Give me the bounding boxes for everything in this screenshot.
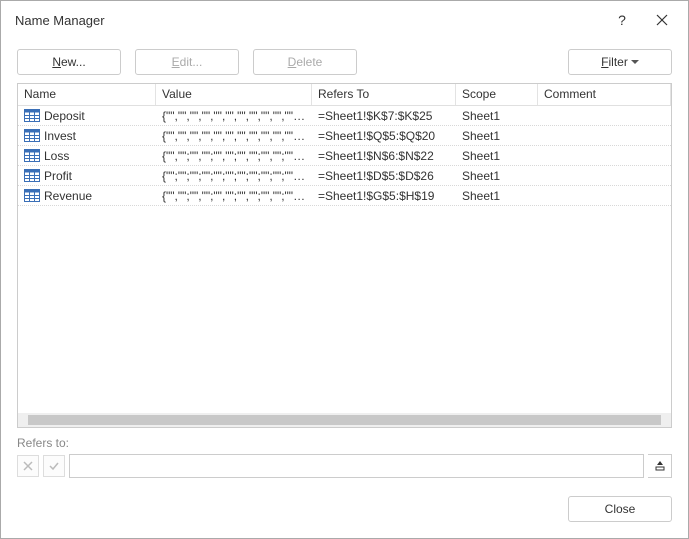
table-icon [24, 149, 40, 162]
row-name: Profit [44, 169, 72, 183]
edit-button[interactable]: Edit... [135, 49, 239, 75]
table-row[interactable]: Loss {"","";"","";"","";"","";"","";"",""… [18, 146, 671, 166]
new-button[interactable]: New... [17, 49, 121, 75]
table-icon [24, 169, 40, 182]
list-body: Deposit {"","","","","","","","","","",""… [18, 106, 671, 413]
col-header-scope[interactable]: Scope [456, 84, 538, 105]
row-refers: =Sheet1!$G$5:$H$19 [312, 188, 456, 204]
table-row[interactable]: Profit {"";"";"";"";"";"";"";"";"";"";"";… [18, 166, 671, 186]
table-row[interactable]: Invest {"","","","","","","","","","","",… [18, 126, 671, 146]
x-icon [22, 460, 34, 472]
row-scope: Sheet1 [456, 128, 538, 144]
row-comment [538, 195, 671, 197]
row-comment [538, 135, 671, 137]
dialog-title: Name Manager [15, 13, 602, 28]
table-row[interactable]: Revenue {"","";"","";"","";"","";"","";""… [18, 186, 671, 206]
cancel-edit-button[interactable] [17, 455, 39, 477]
row-refers: =Sheet1!$Q$5:$Q$20 [312, 128, 456, 144]
dialog-footer: Close [1, 482, 688, 538]
refers-to-section: Refers to: [1, 428, 688, 482]
help-button[interactable]: ? [602, 5, 642, 35]
row-scope: Sheet1 [456, 188, 538, 204]
row-refers: =Sheet1!$K$7:$K$25 [312, 108, 456, 124]
filter-button[interactable]: Filter [568, 49, 672, 75]
scrollbar-thumb[interactable] [28, 415, 661, 425]
range-picker-button[interactable] [648, 454, 672, 478]
accept-edit-button[interactable] [43, 455, 65, 477]
refers-to-label: Refers to: [17, 436, 672, 450]
row-value: {"","","","","","","","","","","","","",… [156, 108, 312, 124]
col-header-refers[interactable]: Refers To [312, 84, 456, 105]
row-comment [538, 115, 671, 117]
list-header: Name Value Refers To Scope Comment [18, 84, 671, 106]
names-list: Name Value Refers To Scope Comment Depos… [17, 83, 672, 428]
row-value: {"","";"","";"","";"","";"","";"","";"",… [156, 148, 312, 164]
table-icon [24, 189, 40, 202]
row-value: {"";"";"";"";"";"";"";"";"";"";"";"";"";… [156, 168, 312, 184]
row-scope: Sheet1 [456, 168, 538, 184]
table-row[interactable]: Deposit {"","","","","","","","","","",""… [18, 106, 671, 126]
table-icon [24, 109, 40, 122]
name-manager-dialog: Name Manager ? New... Edit... Delete Fil… [0, 0, 689, 539]
horizontal-scrollbar[interactable] [18, 413, 671, 427]
row-refers: =Sheet1!$N$6:$N$22 [312, 148, 456, 164]
row-name: Deposit [44, 109, 85, 123]
close-window-button[interactable] [642, 5, 682, 35]
close-icon [656, 14, 668, 26]
table-icon [24, 129, 40, 142]
row-refers: =Sheet1!$D$5:$D$26 [312, 168, 456, 184]
chevron-down-icon [631, 60, 639, 64]
collapse-icon [654, 460, 666, 472]
refers-to-input[interactable] [69, 454, 644, 478]
col-header-value[interactable]: Value [156, 84, 312, 105]
col-header-comment[interactable]: Comment [538, 84, 671, 105]
row-name: Revenue [44, 189, 92, 203]
row-scope: Sheet1 [456, 148, 538, 164]
row-name: Loss [44, 149, 69, 163]
row-comment [538, 155, 671, 157]
titlebar: Name Manager ? [1, 1, 688, 39]
row-name: Invest [44, 129, 76, 143]
row-value: {"","","","","","","","","","","","","",… [156, 128, 312, 144]
toolbar: New... Edit... Delete Filter [1, 39, 688, 83]
check-icon [48, 460, 60, 472]
row-scope: Sheet1 [456, 108, 538, 124]
close-button[interactable]: Close [568, 496, 672, 522]
delete-button[interactable]: Delete [253, 49, 357, 75]
col-header-name[interactable]: Name [18, 84, 156, 105]
row-comment [538, 175, 671, 177]
row-value: {"","";"","";"","";"","";"","";"","";"",… [156, 188, 312, 204]
